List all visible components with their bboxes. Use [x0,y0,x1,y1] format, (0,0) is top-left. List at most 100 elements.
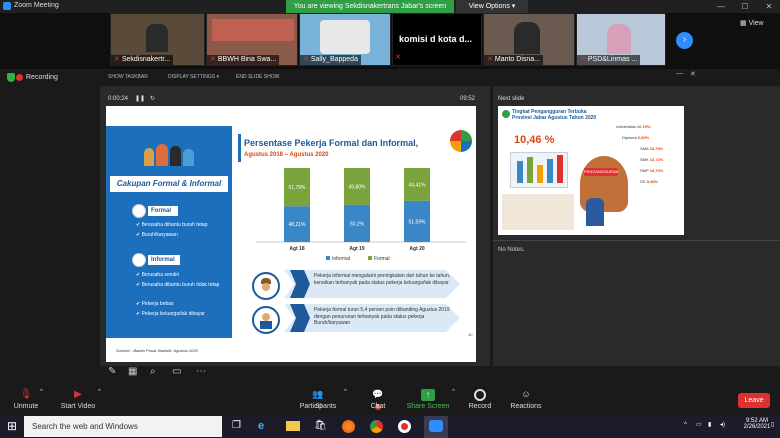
file-explorer-icon[interactable] [286,421,300,431]
participant-tile[interactable]: ✕ BBWH Bina Swa... [206,13,298,66]
next-slide-title: Tingkat Pengangguran Terbuka Provinsi Ja… [512,109,597,121]
informal-item: ✔ Berusaha sendiri [136,272,180,278]
participant-name: BBWH Bina Swa... [217,56,277,63]
stacked-bar-chart: 51,79% 48,21% Agt 18 49,80% 50,2% Agt 19 44,41… [256,168,466,262]
taskbar-search-input[interactable]: Search the web and Windows [24,416,222,437]
edge-icon[interactable]: e [258,420,264,432]
participant-tile[interactable]: ✕ Manto Disna... [483,13,575,66]
callout-formal-text: Pekerja formal turun 5,4 persen poin dib… [314,307,450,326]
video-options-chevron-icon[interactable]: ^ [98,389,101,395]
store-icon[interactable]: 🛍 [314,420,327,431]
participant-tile[interactable]: ✕ Sally_Bappeda [299,13,391,66]
mini-chart [510,152,568,188]
clock[interactable]: 9:52 AM 2/26/2021 [742,418,772,430]
view-label: View [748,20,764,27]
legend-swatch [368,256,372,260]
jabar-logo-icon [502,110,510,118]
leave-button[interactable]: Leave [738,393,770,408]
windows-start-icon[interactable]: ⊞ [0,415,24,438]
notifications-icon[interactable]: ▯ [771,421,774,428]
clock-date: 2/26/2021 [743,424,771,430]
notes-text: No Notes. [498,247,525,253]
zoom-icon[interactable]: ⌕ [150,366,156,377]
timer-left: 0:00:24 [108,96,129,102]
close-icon[interactable]: ✕ [760,0,778,13]
slide-subtitle: Agustus 2018 – Agustus 2020 [244,152,329,158]
edu-row: SD 5,38% [640,179,659,184]
participants-chevron-icon[interactable]: ^ [344,389,347,395]
data-label-formal: 49,80% [349,184,367,190]
view-options-label: View Options [468,3,510,10]
minimize-presenter-icon[interactable]: — [676,70,683,77]
minimize-icon[interactable]: — [712,0,730,13]
informal-worker-icon [252,272,280,300]
show-taskbar-tool[interactable]: SHOW TASKBAR [108,74,148,80]
more-options-icon[interactable]: ⋯ [196,366,206,377]
participant-tile[interactable]: komisi d kota d... ✕ [392,13,482,66]
task-view-icon[interactable]: ❐ [232,420,241,431]
volume-icon[interactable]: ◂) [720,421,725,428]
informal-item: ✔ Pekerja keluarga/tak dibayar [136,311,205,317]
zoom-icon [3,2,11,10]
gallery-next-icon[interactable]: › [676,32,693,49]
video-off-icon: ▶ [74,389,82,400]
timer-controls[interactable]: ❚❚ ↻ [135,95,155,102]
participants-button[interactable]: 👥52 Participants [288,389,348,410]
all-slides-icon[interactable]: ▦ [128,366,137,377]
chrome-icon[interactable] [370,420,383,433]
share-banner: You are viewing Sekdisnakertrans Jabar's… [286,0,454,13]
participant-name: Sekdisnakertr... [121,56,171,63]
record-icon [474,389,486,401]
firefox-icon[interactable] [342,420,355,433]
maximize-icon[interactable]: ☐ [736,0,754,13]
data-label-formal: 51,79% [289,185,307,191]
bps-logo-icon [450,130,472,152]
zoom-taskbar-active[interactable] [424,416,448,438]
next-slide-preview[interactable]: Tingkat Pengangguran Terbuka Provinsi Ja… [498,106,684,235]
tray-chevron-icon[interactable]: ^ [684,422,687,428]
formal-item: ✔ Berusaha dibantu buruh tetap [136,222,208,228]
pen-icon[interactable]: ✎ [108,366,116,377]
edu-row: SMA 18,75% [640,146,664,151]
title-accent [238,134,241,162]
network-icon: ▮ [708,422,712,428]
participants-icon: 👥52 [312,389,324,410]
mic-muted-icon: ✕ [210,56,216,63]
data-label-formal: 44,41% [409,182,427,188]
sitting-man-illustration [586,198,604,226]
current-slide: Cakupan Formal & Informal Formal ✔ Berus… [106,106,476,362]
view-options-button[interactable]: View Options ▾ [456,0,528,13]
view-button[interactable]: ▦ View [740,17,774,31]
legend-label: Informal [332,256,350,262]
education-list: Universitas 10,19% Diploma 6,69% SMA 18,… [616,124,682,184]
end-slideshow-tool[interactable]: END SLIDE SHOW [236,74,279,80]
battery-icon: ▭ [696,422,702,428]
audio-options-chevron-icon[interactable]: ^ [40,389,43,395]
display-settings-tool[interactable]: DISPLAY SETTINGS ▾ [168,74,219,80]
next-slide-label: Next slide [498,96,525,102]
slide-source: Sumber : Badan Pusat Statistik, Agustus … [116,348,198,353]
participant-name: komisi d kota d... [399,34,473,44]
x-tick-label: Agt 18 [289,246,305,252]
participant-tile[interactable]: ✕ PSD&Linmas ... [576,13,666,66]
notes-divider [493,240,780,241]
slide-page-number: 40 [468,332,473,337]
formal-item: ✔ Buruh/karyawan [136,232,178,238]
informal-person-icon [132,253,146,267]
formal-person-icon [132,204,146,218]
zoom-app-icon [429,420,443,432]
share-screen-button[interactable]: ↑ Share Screen [398,389,458,410]
legend-swatch [326,256,330,260]
data-label-informal: 51,59% [409,219,427,225]
participant-tile[interactable]: ✕ Sekdisnakertr... [110,13,205,66]
participant-name: PSD&Linmas ... [587,56,638,63]
slide-title: Persentase Pekerja Formal dan Informal, [244,138,419,148]
mic-muted-icon: ✕ [580,56,586,63]
close-presenter-icon[interactable]: ✕ [690,70,696,78]
informal-item: ✔ Pekerja bebas [136,301,174,307]
reactions-button[interactable]: ☺ Reactions [496,389,556,410]
chat-icon: 💬5 [372,389,384,410]
recorder-app-icon[interactable] [398,420,411,433]
black-screen-icon[interactable]: ▭ [172,366,181,377]
record-dot-icon [16,74,23,81]
